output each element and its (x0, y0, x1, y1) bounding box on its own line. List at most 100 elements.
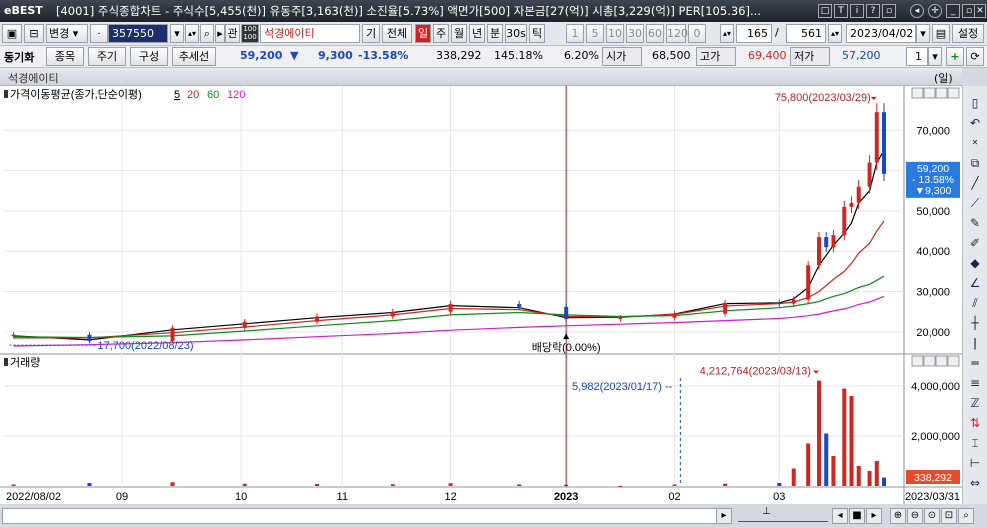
zoom-slider[interactable] (738, 510, 828, 522)
stock-type-icon[interactable]: · (90, 24, 108, 43)
period-button-5[interactable]: 30s (505, 24, 527, 43)
volume-bar (87, 483, 92, 486)
chart-area[interactable]: 2022/08/02 09 10 11 12 2023 02 03 2023/03/31 70,0… (0, 86, 962, 518)
gi-button[interactable]: 기 (362, 24, 380, 43)
interval-button-6[interactable]: 0 (688, 24, 706, 43)
zoom-reset-icon[interactable]: ⊙ (924, 508, 940, 524)
parallel-tool-icon[interactable]: ⫽ (966, 294, 984, 312)
window-pin-button[interactable]: ▫ (882, 4, 896, 18)
period-button-2[interactable]: 월 (451, 24, 467, 43)
horizontal-line-icon[interactable]: ═ (966, 354, 984, 372)
zoom-fit-icon[interactable]: ⊡ (941, 508, 957, 524)
ma-period-20: 20 (187, 89, 199, 101)
date-input[interactable]: 2023/04/02 (846, 24, 916, 43)
total-stepper-icon[interactable]: ▴▾ (828, 24, 842, 43)
measure-tool-icon[interactable]: ⌶ (966, 434, 984, 452)
zoom-slider-thumb[interactable]: ⊥ (762, 506, 771, 517)
x-axis-label: 2023/03/31 (905, 491, 960, 503)
mode-select[interactable]: 변경 ▾ (46, 24, 88, 43)
step-forward-icon[interactable]: ▸ (866, 508, 882, 524)
layout-dropdown-icon[interactable]: ▾ (928, 47, 942, 66)
period-button-3[interactable]: 년 (469, 24, 485, 43)
code-stepper-icon[interactable]: ▴▾ (185, 24, 199, 43)
period-button-1[interactable]: 주 (433, 24, 449, 43)
vertical-line-icon[interactable]: ǀ (966, 334, 984, 352)
period-tool-icon[interactable]: ⇔ (966, 474, 984, 492)
layout-icon[interactable]: ▣ (2, 24, 22, 43)
scroll-right-icon[interactable]: ▸ (716, 508, 732, 524)
item-button[interactable]: 종목 (46, 47, 84, 66)
layout-count-input[interactable]: 1 (906, 47, 928, 66)
magnify-icon[interactable]: ⌕ (958, 508, 974, 524)
trendline-button[interactable]: 추세선 (172, 47, 216, 66)
candle-body (672, 313, 677, 318)
period-button-0[interactable]: 일 (415, 24, 431, 43)
code-dropdown-icon[interactable]: ▾ (170, 24, 184, 43)
eraser-tool-icon[interactable]: ◆ (966, 254, 984, 272)
interval-button-2[interactable]: 10 (606, 24, 624, 43)
total-input[interactable]: 561 (786, 24, 826, 43)
window-tile-button[interactable]: T (834, 4, 848, 18)
pencil-tool-icon[interactable]: ✎ (966, 214, 984, 232)
marker-tool-icon[interactable]: ✐ (966, 234, 984, 252)
price-panel-button (923, 87, 936, 99)
undo-tool-icon[interactable]: ↶ (966, 114, 984, 132)
date-dropdown-icon[interactable]: ▾ (916, 24, 930, 43)
volume-bar (723, 483, 728, 486)
cross-tool-icon[interactable]: ┼ (966, 314, 984, 332)
interval-button-4[interactable]: 60 (646, 24, 664, 43)
text-tool-icon[interactable]: ℤ (966, 394, 984, 412)
price-change: 9,300 (318, 49, 353, 62)
zoom-in-icon[interactable]: ⊕ (890, 508, 906, 524)
trendline-tool-icon[interactable]: ⟋ (966, 194, 984, 212)
x-axis-label: 2023 (554, 491, 578, 503)
candle-body (882, 112, 886, 174)
zoom-out-icon[interactable]: ⊖ (907, 508, 923, 524)
chart-scrollbar[interactable] (2, 508, 730, 524)
interval-button-5[interactable]: 120 (666, 24, 688, 43)
step-back-icon[interactable]: ◂ (832, 508, 848, 524)
window-info-button[interactable]: i (850, 4, 864, 18)
chart-canvas[interactable]: 2022/08/02 09 10 11 12 2023 02 03 2023/03/31 70,0… (0, 86, 962, 518)
angle-tool-icon[interactable]: ∠ (966, 274, 984, 292)
select-tool-icon[interactable]: ▯ (966, 94, 984, 112)
ma-period-120: 120 (227, 89, 245, 101)
nav-back-icon[interactable]: ◂ (910, 4, 924, 18)
interval-button-1[interactable]: 5 (586, 24, 604, 43)
candle-body (791, 299, 796, 304)
high-value: 69,400 (748, 49, 787, 62)
screen-icon[interactable]: ⊟ (24, 24, 44, 43)
period-button[interactable]: 주기 (88, 47, 126, 66)
add-icon[interactable]: + (946, 47, 964, 66)
move-icon[interactable]: ✛ (928, 4, 942, 18)
interval-stepper-icon[interactable]: ▴▾ (720, 24, 734, 43)
all-button[interactable]: 전체 (382, 24, 412, 43)
compose-button[interactable]: 구성 (130, 47, 168, 66)
hundred-icon[interactable]: 100 100 (241, 24, 259, 43)
interval-button-0[interactable]: 1 (566, 24, 584, 43)
search-icon[interactable]: ⌕ (200, 24, 214, 43)
window-zoom-button[interactable]: ? (866, 4, 880, 18)
title-bar: eBEST [4001] 주식종합차트 - 주식수[5,455(천)] 유동주[… (0, 0, 987, 22)
minimize-button[interactable]: _ (946, 4, 960, 18)
stop-icon[interactable]: ■ (849, 508, 865, 524)
gwan-button[interactable]: 관 (225, 24, 240, 43)
count-input[interactable]: 165 (736, 24, 772, 43)
settings-button[interactable]: 설정 (952, 24, 984, 43)
line-tool-icon[interactable]: ╱ (966, 174, 984, 192)
volume-bar (11, 484, 16, 486)
fibonacci-tool-icon[interactable]: ≡ (966, 374, 984, 392)
save-icon[interactable]: ▤ (932, 24, 950, 43)
copy-tool-icon[interactable]: ⧉ (966, 154, 984, 172)
refresh-icon[interactable]: ⟳ (966, 47, 984, 66)
interval-button-3[interactable]: 30 (626, 24, 644, 43)
play-icon[interactable]: ▸ (215, 24, 225, 43)
period-button-4[interactable]: 분 (487, 24, 503, 43)
range-tool-icon[interactable]: ⊢ (966, 454, 984, 472)
period-button-6[interactable]: 틱 (529, 24, 545, 43)
delete-all-icon[interactable]: ✕ (966, 134, 984, 152)
stock-code-input[interactable]: 357550 (108, 24, 168, 43)
window-menu-button[interactable]: □ (818, 4, 832, 18)
arrow-up-icon[interactable]: ⇅ (966, 414, 984, 432)
close-button[interactable]: ✕ (974, 4, 986, 18)
